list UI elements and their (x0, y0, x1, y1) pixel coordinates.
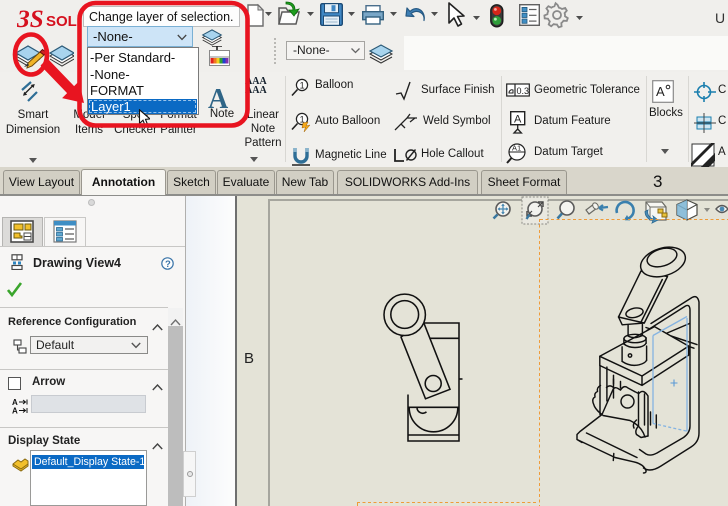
svg-text:A: A (514, 114, 522, 126)
svg-text:0.3: 0.3 (517, 86, 530, 96)
svg-text:A1: A1 (512, 144, 521, 153)
svg-text:1: 1 (300, 81, 305, 91)
svg-text:U: U (715, 10, 725, 26)
svg-text:?: ? (165, 259, 171, 270)
svg-text:A: A (12, 407, 18, 415)
svg-text:ЗS: ЗS (17, 6, 44, 32)
svg-text:SOL: SOL (46, 13, 77, 30)
svg-text:A: A (656, 84, 665, 99)
